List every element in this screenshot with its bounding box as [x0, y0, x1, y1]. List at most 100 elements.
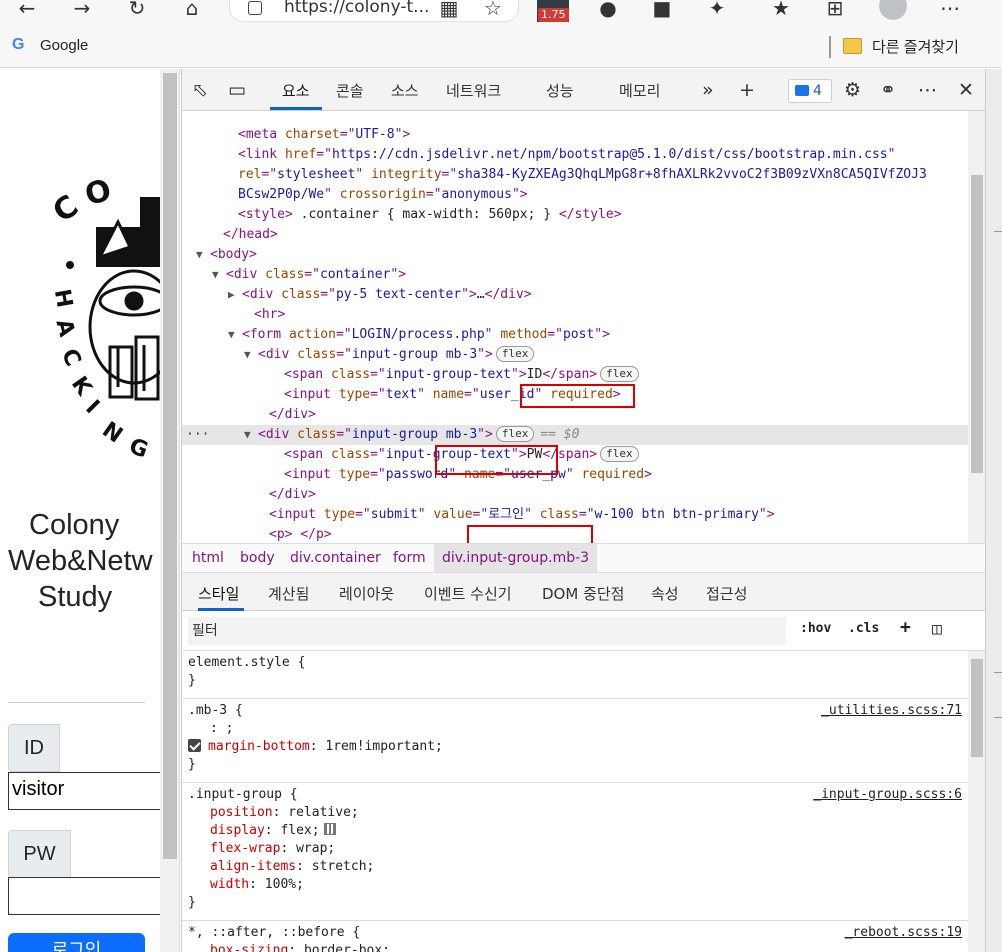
dom-node[interactable]: <hr> — [182, 305, 968, 325]
styles-scrollbar-thumb[interactable] — [971, 659, 983, 757]
dom-node[interactable]: ▼ <div class="input-group mb-3"> flex — [182, 345, 968, 365]
tab-console[interactable]: 콘솔 — [336, 80, 364, 101]
close-devtools-icon[interactable]: ✕ — [958, 79, 974, 101]
home-icon[interactable]: ⌂ — [177, 0, 207, 22]
dom-node[interactable]: rel="stylesheet" integrity="sha384-KyZXE… — [182, 165, 968, 185]
empty-declaration[interactable]: : ; — [210, 720, 233, 738]
inspect-element-icon[interactable]: ⬁ — [192, 79, 208, 101]
profile-avatar[interactable] — [879, 0, 907, 20]
tab-properties[interactable]: 속성 — [651, 583, 679, 604]
rule-source-link[interactable]: _reboot.scss:19 — [845, 924, 962, 942]
extension-dark-icon[interactable]: ■ — [647, 0, 677, 22]
flex-badge[interactable]: flex — [600, 446, 639, 462]
property-name[interactable]: width — [210, 877, 249, 892]
node-actions-icon[interactable]: ··· — [186, 425, 209, 445]
extension-icon[interactable]: 1.75 — [537, 0, 569, 22]
page-info-icon[interactable] — [248, 1, 262, 15]
hov-toggle[interactable]: :hov — [800, 621, 831, 636]
cls-toggle[interactable]: .cls — [848, 621, 879, 636]
more-menu-icon[interactable]: ⋯ — [935, 0, 965, 22]
dom-tree-scrollbar[interactable] — [968, 111, 986, 543]
rule-selector[interactable]: .mb-3 { — [188, 702, 243, 720]
crumb-div-container[interactable]: div.container — [290, 550, 381, 566]
property-name[interactable]: margin-bottom — [208, 739, 310, 754]
crumb-form[interactable]: form — [393, 550, 426, 566]
collapse-arrow-icon[interactable]: ▼ — [228, 325, 235, 345]
property-value[interactable]: flex; — [280, 823, 319, 838]
google-icon[interactable]: G — [12, 36, 24, 54]
tab-styles[interactable]: 스타일 — [198, 583, 239, 604]
toggle-sidebar-icon[interactable]: ◫ — [932, 619, 942, 638]
address-bar[interactable]: https://colony-t... — [229, 0, 519, 22]
property-value[interactable]: 1rem!important; — [325, 739, 442, 754]
folder-icon[interactable] — [843, 38, 862, 54]
property-value[interactable]: stretch; — [312, 859, 375, 874]
expand-arrow-icon[interactable]: ▶ — [228, 285, 235, 305]
login-button[interactable]: 로그인 — [8, 933, 145, 952]
dom-node[interactable]: <span class="input-group-text">ID</span>… — [182, 365, 968, 385]
favorite-add-icon[interactable]: ☆ — [478, 0, 508, 22]
dom-tree-scrollbar-thumb[interactable] — [971, 175, 983, 473]
dom-node-selected[interactable]: ▼ <div class="input-group mb-3"> flex == $… — [182, 425, 968, 445]
collections-icon[interactable]: ⊞ — [820, 0, 850, 22]
property-value[interactable]: 100%; — [265, 877, 304, 892]
collapse-arrow-icon[interactable]: ▼ — [212, 265, 219, 285]
dom-node[interactable]: <style> .container { max-width: 560px; }… — [182, 205, 968, 225]
page-scrollbar-thumb[interactable] — [163, 73, 177, 859]
dom-node[interactable] — [182, 111, 968, 125]
tab-layout[interactable]: 레이아웃 — [339, 583, 394, 604]
property-value[interactable]: relative; — [288, 805, 358, 820]
tab-event-listeners[interactable]: 이벤트 수신기 — [424, 583, 512, 604]
property-value[interactable]: border-box; — [304, 943, 390, 952]
collapse-arrow-icon[interactable]: ▼ — [244, 345, 251, 365]
property-name[interactable]: align-items — [210, 859, 296, 874]
dom-node[interactable]: ▶ <div class="py-5 text-center">…</div> — [182, 285, 968, 305]
flexbox-editor-icon[interactable] — [323, 823, 336, 835]
crumb-html[interactable]: html — [192, 550, 224, 566]
dom-node[interactable]: </div> — [182, 405, 968, 425]
declaration-checkbox[interactable] — [188, 739, 201, 752]
dom-node[interactable]: BCsw2P0p/We" crossorigin="anonymous"> — [182, 185, 968, 205]
dom-node[interactable]: <span class="input-group-text">PW</span>… — [182, 445, 968, 465]
back-icon[interactable]: ← — [12, 0, 42, 22]
device-toolbar-icon[interactable]: ▭ — [228, 79, 246, 101]
other-bookmarks[interactable]: 다른 즐겨찾기 — [872, 36, 959, 57]
dom-node[interactable]: </div> — [182, 485, 968, 505]
dom-node[interactable]: <meta charset="UTF-8"> — [182, 125, 968, 145]
tab-memory[interactable]: 메모리 — [619, 80, 660, 101]
user-id-input[interactable]: visitor — [8, 772, 160, 810]
refresh-icon[interactable]: ↻ — [122, 0, 152, 22]
property-name[interactable]: box-sizing — [210, 943, 288, 952]
tab-dom-breakpoints[interactable]: DOM 중단점 — [542, 583, 624, 604]
property-name[interactable]: position — [210, 805, 273, 820]
dom-node[interactable]: <input type="password" name="user_pw" re… — [182, 465, 968, 485]
rule-source-link[interactable]: _utilities.scss:71 — [821, 702, 962, 720]
more-options-icon[interactable]: ⋯ — [918, 79, 937, 101]
flex-badge[interactable]: flex — [495, 426, 535, 442]
dom-node[interactable]: <link href="https://cdn.jsdelivr.net/npm… — [182, 145, 968, 165]
tab-network[interactable]: 네트워크 — [446, 80, 501, 101]
settings-gear-icon[interactable]: ⚙ — [844, 79, 861, 101]
dom-node[interactable]: ▼ <div class="container"> — [182, 265, 968, 285]
tab-performance[interactable]: 성능 — [546, 80, 574, 101]
crumb-div-input-group[interactable]: div.input-group.mb-3 — [434, 544, 598, 572]
styles-filter-input[interactable]: 필터 — [188, 617, 786, 645]
rule-selector[interactable]: *, ::after, ::before { — [188, 924, 360, 942]
tab-elements[interactable]: 요소 — [282, 80, 310, 101]
tab-accessibility[interactable]: 접근성 — [706, 583, 747, 604]
more-tabs-icon[interactable]: » — [702, 79, 714, 101]
rule-selector[interactable]: element.style { — [188, 654, 305, 672]
issues-button[interactable]: 4 — [788, 79, 832, 103]
dom-node[interactable]: <input type="submit" value="로그인" class="… — [182, 505, 968, 525]
new-rule-icon[interactable]: + — [900, 617, 911, 638]
flex-badge[interactable]: flex — [495, 346, 535, 362]
cookie-extension-icon[interactable]: ● — [593, 0, 623, 22]
property-name[interactable]: flex-wrap — [210, 841, 280, 856]
dom-node[interactable]: ▼ <body> — [182, 245, 968, 265]
tab-computed[interactable]: 계산됨 — [268, 583, 309, 604]
favorites-icon[interactable]: ★ — [766, 0, 796, 22]
bookmark-google[interactable]: Google — [40, 37, 88, 54]
collapse-arrow-icon[interactable]: ▼ — [196, 245, 203, 265]
property-name[interactable]: display — [210, 823, 265, 838]
dom-tree[interactable]: <meta charset="UTF-8"> <link href="https:… — [182, 111, 968, 543]
